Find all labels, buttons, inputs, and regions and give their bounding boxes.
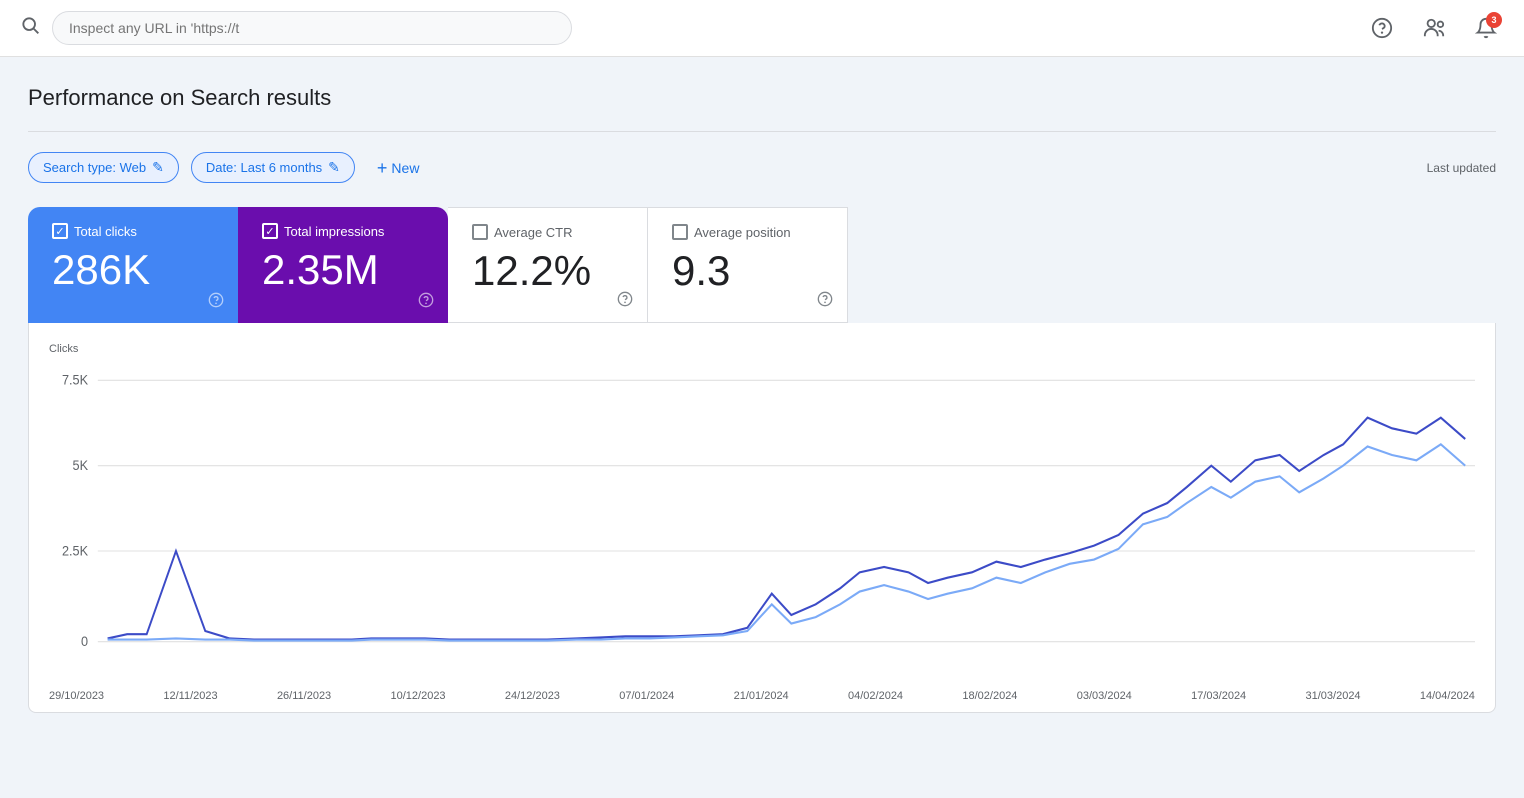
total-clicks-help-icon	[208, 292, 224, 313]
avg-position-help-icon	[817, 291, 833, 312]
svg-text:5K: 5K	[73, 458, 89, 474]
x-axis-labels: 29/10/2023 12/11/2023 26/11/2023 10/12/2…	[49, 684, 1475, 702]
url-input[interactable]	[52, 11, 572, 45]
x-label-11: 31/03/2024	[1306, 690, 1361, 702]
page-title: Performance on Search results	[28, 85, 1496, 111]
help-icon[interactable]	[1364, 10, 1400, 46]
x-label-10: 17/03/2024	[1191, 690, 1246, 702]
total-clicks-checkbox[interactable]: ✓	[52, 223, 68, 239]
total-clicks-card[interactable]: ✓ Total clicks 286K	[28, 207, 238, 323]
search-type-label: Search type: Web	[43, 160, 146, 175]
svg-text:2.5K: 2.5K	[62, 543, 88, 559]
total-impressions-checkbox[interactable]: ✓	[262, 223, 278, 239]
avg-ctr-label: Average CTR	[494, 225, 573, 240]
new-filter-button[interactable]: + New	[367, 153, 430, 183]
avg-position-card[interactable]: Average position 9.3	[648, 207, 848, 323]
notification-icon[interactable]: 3	[1468, 10, 1504, 46]
avg-ctr-card[interactable]: Average CTR 12.2%	[448, 207, 648, 323]
svg-text:0: 0	[81, 634, 88, 650]
chart-svg-wrap: 7.5K 5K 2.5K 0	[49, 359, 1475, 684]
metrics-and-chart: ✓ Total clicks 286K ✓ Total impressions	[28, 207, 1496, 713]
avg-position-label: Average position	[694, 225, 791, 240]
avg-ctr-help-icon	[617, 291, 633, 312]
x-label-0: 29/10/2023	[49, 690, 104, 702]
filter-row: Search type: Web ✎ Date: Last 6 months ✎…	[28, 152, 1496, 183]
performance-chart: 7.5K 5K 2.5K 0	[49, 359, 1475, 679]
notification-badge: 3	[1486, 12, 1502, 28]
plus-icon: +	[377, 159, 388, 177]
date-edit-icon: ✎	[328, 159, 340, 176]
chart-area: Clicks 7.5K 5K 2.5K 0	[28, 323, 1496, 713]
x-label-7: 04/02/2024	[848, 690, 903, 702]
new-label: New	[391, 160, 419, 176]
search-type-chip[interactable]: Search type: Web ✎	[28, 152, 179, 183]
x-label-12: 14/04/2024	[1420, 690, 1475, 702]
date-chip[interactable]: Date: Last 6 months ✎	[191, 152, 355, 183]
avg-position-value: 9.3	[672, 248, 823, 294]
total-clicks-value: 286K	[52, 247, 214, 293]
total-impressions-label: Total impressions	[284, 224, 384, 239]
people-icon[interactable]	[1416, 10, 1452, 46]
metric-cards: ✓ Total clicks 286K ✓ Total impressions	[28, 207, 1496, 323]
total-clicks-label: Total clicks	[74, 224, 137, 239]
x-label-3: 10/12/2023	[391, 690, 446, 702]
avg-ctr-checkbox[interactable]	[472, 224, 488, 240]
x-label-2: 26/11/2023	[277, 690, 331, 702]
clicks-line	[108, 418, 1466, 640]
total-impressions-value: 2.35M	[262, 247, 424, 293]
x-label-8: 18/02/2024	[962, 690, 1017, 702]
search-icon	[20, 15, 40, 41]
last-updated: Last updated	[1427, 161, 1496, 175]
top-bar: 3	[0, 0, 1524, 57]
x-label-5: 07/01/2024	[619, 690, 674, 702]
chart-y-label: Clicks	[49, 343, 1475, 355]
date-label: Date: Last 6 months	[206, 160, 322, 175]
x-label-1: 12/11/2023	[163, 690, 217, 702]
avg-position-checkbox[interactable]	[672, 224, 688, 240]
svg-text:7.5K: 7.5K	[62, 372, 88, 388]
section-divider	[28, 131, 1496, 132]
x-label-4: 24/12/2023	[505, 690, 560, 702]
x-label-9: 03/03/2024	[1077, 690, 1132, 702]
total-impressions-card[interactable]: ✓ Total impressions 2.35M	[238, 207, 448, 323]
avg-ctr-value: 12.2%	[472, 248, 623, 294]
search-type-edit-icon: ✎	[152, 159, 164, 176]
x-label-6: 21/01/2024	[734, 690, 789, 702]
main-content: Performance on Search results Search typ…	[0, 57, 1524, 713]
total-impressions-help-icon	[418, 292, 434, 313]
